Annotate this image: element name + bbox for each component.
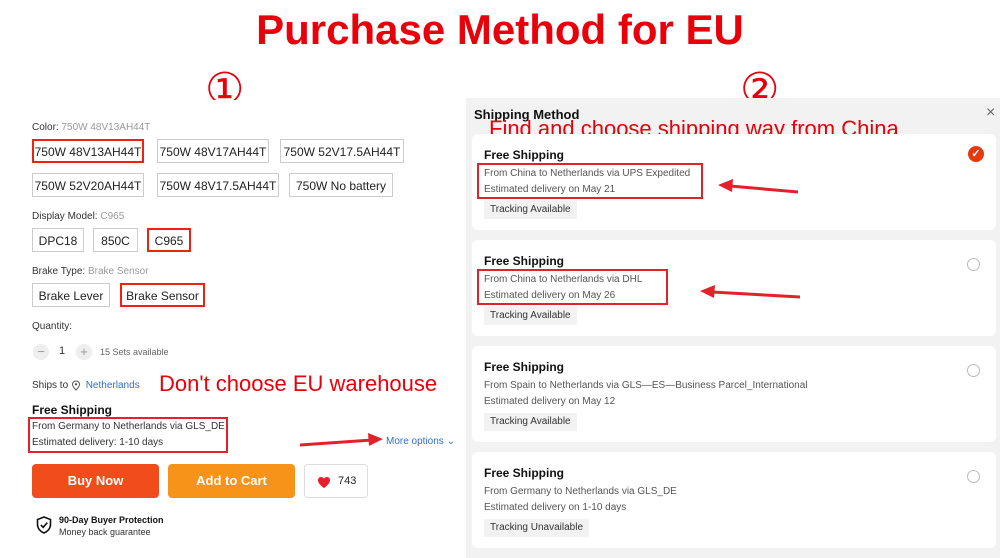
tracking-badge: Tracking Available bbox=[484, 307, 577, 325]
color-option[interactable]: 750W 52V20AH44T bbox=[32, 173, 144, 197]
tracking-badge: Tracking Available bbox=[484, 413, 577, 431]
heart-icon bbox=[318, 477, 330, 488]
shipping-option-route: From Germany to Netherlands via GLS_DE bbox=[484, 486, 677, 497]
shipping-option-card[interactable]: Free Shipping From Spain to Netherlands … bbox=[472, 346, 996, 442]
ships-to-row: Ships to Netherlands bbox=[32, 380, 140, 391]
checkmark-icon[interactable]: ✓ bbox=[968, 146, 984, 162]
close-icon[interactable]: × bbox=[986, 104, 995, 122]
page-title: Purchase Method for EU bbox=[256, 6, 744, 53]
shipping-option-card[interactable]: Free Shipping From Germany to Netherland… bbox=[472, 452, 996, 548]
chevron-down-icon: ⌄ bbox=[446, 436, 455, 447]
brake-value: Brake Sensor bbox=[87, 266, 149, 277]
color-label-row: Color: 750W 48V13AH44T bbox=[32, 122, 150, 133]
brake-label: Brake Type: bbox=[32, 266, 86, 277]
shipping-option-route: From Spain to Netherlands via GLS—ES—Bus… bbox=[484, 380, 808, 391]
shipping-option-title: Free Shipping bbox=[484, 254, 565, 268]
tracking-badge: Tracking Unavailable bbox=[484, 519, 590, 537]
quantity-label: Quantity: bbox=[32, 321, 73, 332]
color-value: 750W 48V13AH44T bbox=[61, 122, 151, 133]
buyer-protection-title: 90-Day Buyer Protection bbox=[59, 515, 164, 525]
wishlist-count: 743 bbox=[338, 475, 357, 487]
highlight-eu-warehouse bbox=[28, 417, 228, 453]
more-options-link[interactable]: More options ⌄ bbox=[386, 436, 455, 447]
radio-button[interactable] bbox=[967, 364, 980, 377]
display-option[interactable]: 850C bbox=[93, 228, 138, 252]
location-pin-icon bbox=[71, 380, 80, 391]
more-options-label: More options bbox=[386, 436, 444, 447]
shield-check-icon bbox=[36, 516, 52, 534]
annotation-dont-choose-eu: Don't choose EU warehouse bbox=[159, 371, 438, 396]
left-shipping-title: Free Shipping bbox=[32, 403, 113, 417]
display-option[interactable]: DPC18 bbox=[32, 228, 84, 252]
quantity-decrease-button[interactable]: − bbox=[33, 344, 49, 360]
color-option[interactable]: 750W 48V13AH44T bbox=[32, 139, 144, 163]
buyer-protection-subtitle: Money back guarantee bbox=[59, 527, 151, 537]
radio-button[interactable] bbox=[967, 258, 980, 271]
highlight-ups-option bbox=[477, 163, 703, 199]
radio-button[interactable] bbox=[967, 470, 980, 483]
quantity-available: 15 Sets available bbox=[100, 347, 169, 357]
tracking-badge: Tracking Available bbox=[484, 201, 577, 219]
brake-option[interactable]: Brake Sensor bbox=[120, 283, 205, 307]
display-label-row: Display Model: C965 bbox=[32, 211, 124, 222]
color-option[interactable]: 750W 48V17.5AH44T bbox=[157, 173, 279, 197]
add-to-cart-button[interactable]: Add to Cart bbox=[168, 464, 295, 498]
ships-to-country-link[interactable]: Netherlands bbox=[86, 380, 140, 391]
shipping-option-title: Free Shipping bbox=[484, 148, 565, 162]
wishlist-button[interactable]: 743 bbox=[304, 464, 368, 498]
color-option[interactable]: 750W 52V17.5AH44T bbox=[280, 139, 404, 163]
shipping-option-title: Free Shipping bbox=[484, 466, 565, 480]
display-value: C965 bbox=[100, 211, 125, 222]
brake-option[interactable]: Brake Lever bbox=[32, 283, 110, 307]
quantity-value[interactable]: 1 bbox=[59, 345, 65, 357]
shipping-option-delivery: Estimated delivery on 1-10 days bbox=[484, 502, 627, 513]
shipping-option-title: Free Shipping bbox=[484, 360, 565, 374]
color-label: Color: bbox=[32, 122, 59, 133]
buy-now-button[interactable]: Buy Now bbox=[32, 464, 159, 498]
brake-label-row: Brake Type: Brake Sensor bbox=[32, 266, 149, 277]
display-label: Display Model: bbox=[32, 211, 98, 222]
quantity-increase-button[interactable]: + bbox=[76, 344, 92, 360]
ships-to-label: Ships to bbox=[32, 380, 69, 392]
display-option[interactable]: C965 bbox=[147, 228, 191, 252]
shipping-option-delivery: Estimated delivery on May 12 bbox=[484, 396, 616, 407]
color-option[interactable]: 750W No battery bbox=[289, 173, 393, 197]
highlight-dhl-option bbox=[477, 269, 668, 305]
color-option[interactable]: 750W 48V17AH44T bbox=[157, 139, 269, 163]
